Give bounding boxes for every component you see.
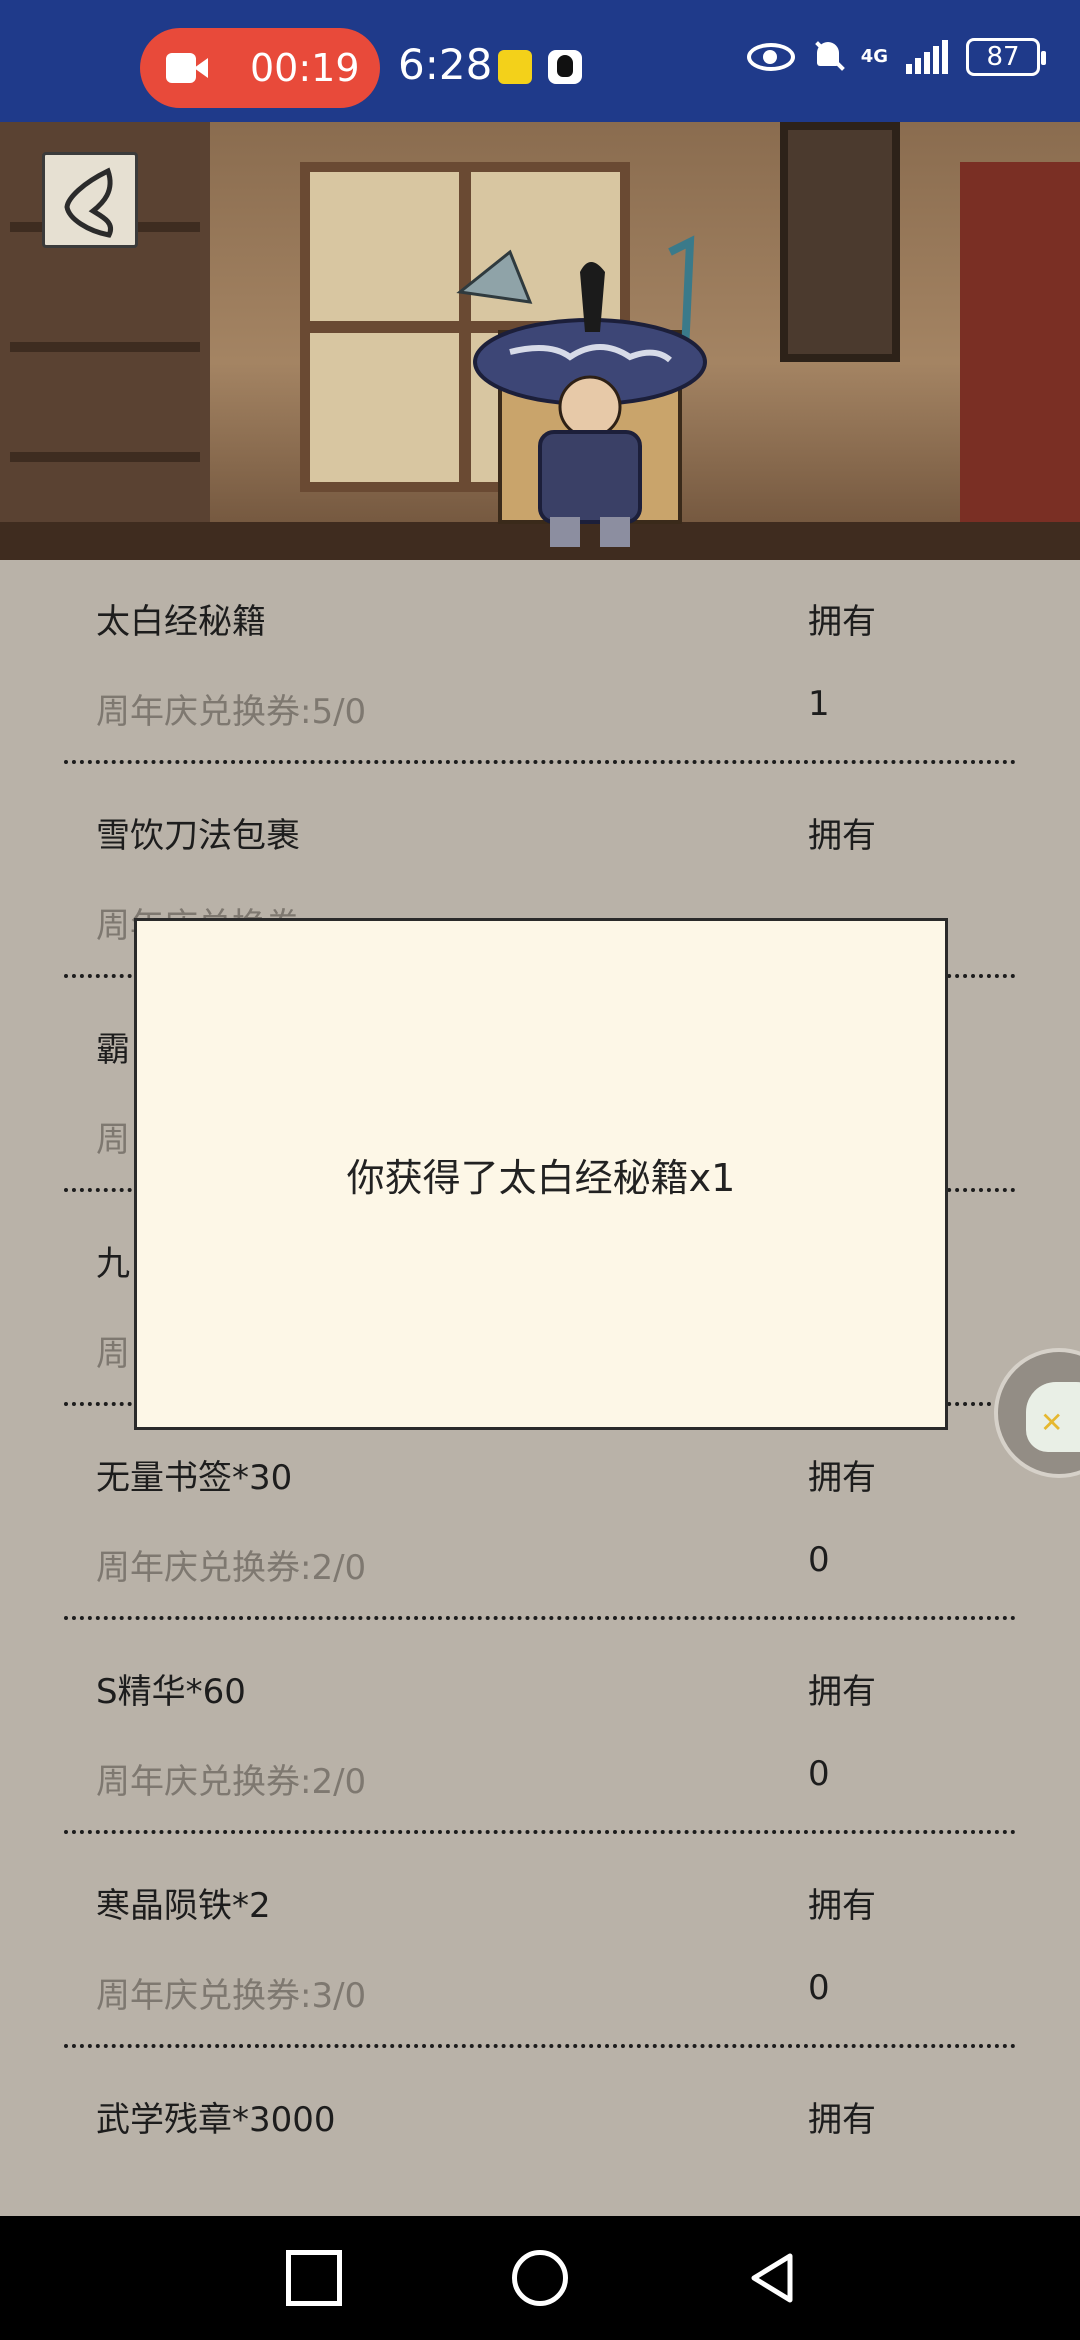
- owned-count: 0: [808, 1540, 830, 1580]
- owned-label: 拥有: [808, 1458, 876, 1498]
- qq-notification-icon: [548, 50, 582, 84]
- dotted-divider: [64, 1830, 1016, 1834]
- reward-dialog[interactable]: 你获得了太白经秘籍x1: [134, 918, 948, 1430]
- item-name: 雪饮刀法包裹: [96, 816, 300, 856]
- owned-count: 1: [808, 684, 830, 724]
- owned-count: 0: [808, 1754, 830, 1794]
- reward-message: 你获得了太白经秘籍x1: [346, 1155, 736, 1200]
- item-name: 太白经秘籍: [96, 602, 266, 642]
- battery-icon: 87: [966, 38, 1046, 76]
- recent-apps-button[interactable]: [286, 2250, 342, 2306]
- system-navigation-bar: [0, 2216, 1080, 2340]
- clock: 6:28: [398, 40, 493, 89]
- network-type: 4G: [860, 46, 888, 67]
- back-button[interactable]: [42, 152, 138, 248]
- owned-count: 0: [808, 1968, 830, 2008]
- item-name: 九: [96, 1244, 130, 1284]
- item-name: S精华*60: [96, 1672, 246, 1712]
- item-cost: 周: [96, 1120, 130, 1160]
- item-cost: 周年庆兑换券:3/0: [96, 1976, 367, 2016]
- game-assistant-icon: [1026, 1382, 1080, 1452]
- item-cost: 周年庆兑换券:5/0: [96, 692, 367, 732]
- list-item[interactable]: 太白经秘籍 拥有 周年庆兑换券:5/0 1: [0, 560, 1080, 774]
- recording-time: 00:19: [250, 46, 360, 90]
- battery-level: 87: [986, 42, 1020, 72]
- shop-banner: [0, 122, 1080, 560]
- eye-comfort-icon: [746, 43, 795, 71]
- owned-label: 拥有: [808, 816, 876, 856]
- screen-recording-indicator[interactable]: 00:19: [140, 28, 380, 108]
- back-triangle-icon: [751, 2253, 793, 2303]
- list-item[interactable]: 寒晶陨铁*2 拥有 周年庆兑换券:3/0 0: [0, 1844, 1080, 2058]
- owned-label: 拥有: [808, 602, 876, 642]
- list-item[interactable]: S精华*60 拥有 周年庆兑换券:2/0 0: [0, 1630, 1080, 1844]
- home-button[interactable]: [512, 2250, 568, 2306]
- status-bar: 00:19 6:28 4G 87: [0, 0, 1080, 122]
- dotted-divider: [64, 2044, 1016, 2048]
- item-name: 无量书签*30: [96, 1458, 293, 1498]
- owned-label: 拥有: [808, 2100, 876, 2140]
- item-name: 寒晶陨铁*2: [96, 1886, 271, 1926]
- dotted-divider: [64, 1616, 1016, 1620]
- signal-icon: [906, 40, 948, 74]
- owned-label: 拥有: [808, 1672, 876, 1712]
- mute-icon: [813, 40, 843, 74]
- back-nav-button[interactable]: [744, 2250, 800, 2306]
- item-cost: 周年庆兑换券:2/0: [96, 1548, 367, 1588]
- back-chevron-icon: [64, 167, 113, 238]
- list-item[interactable]: 无量书签*30 拥有 周年庆兑换券:2/0 0: [0, 1416, 1080, 1630]
- item-cost: 周年庆兑换券:2/0: [96, 1762, 367, 1802]
- owned-label: 拥有: [808, 1886, 876, 1926]
- curtain-decoration: [960, 162, 1080, 560]
- dotted-divider: [64, 760, 1016, 764]
- item-name: 武学残章*3000: [96, 2100, 336, 2140]
- app-notification-icon: [498, 50, 532, 84]
- item-name: 霸: [96, 1030, 130, 1070]
- system-indicators: 4G 87: [746, 38, 1046, 76]
- merchant-character: [456, 235, 707, 547]
- list-item[interactable]: 武学残章*3000 拥有: [0, 2058, 1080, 2208]
- wall-scroll-decoration: [780, 122, 900, 362]
- item-cost: 周: [96, 1334, 130, 1374]
- video-record-icon: [166, 53, 210, 83]
